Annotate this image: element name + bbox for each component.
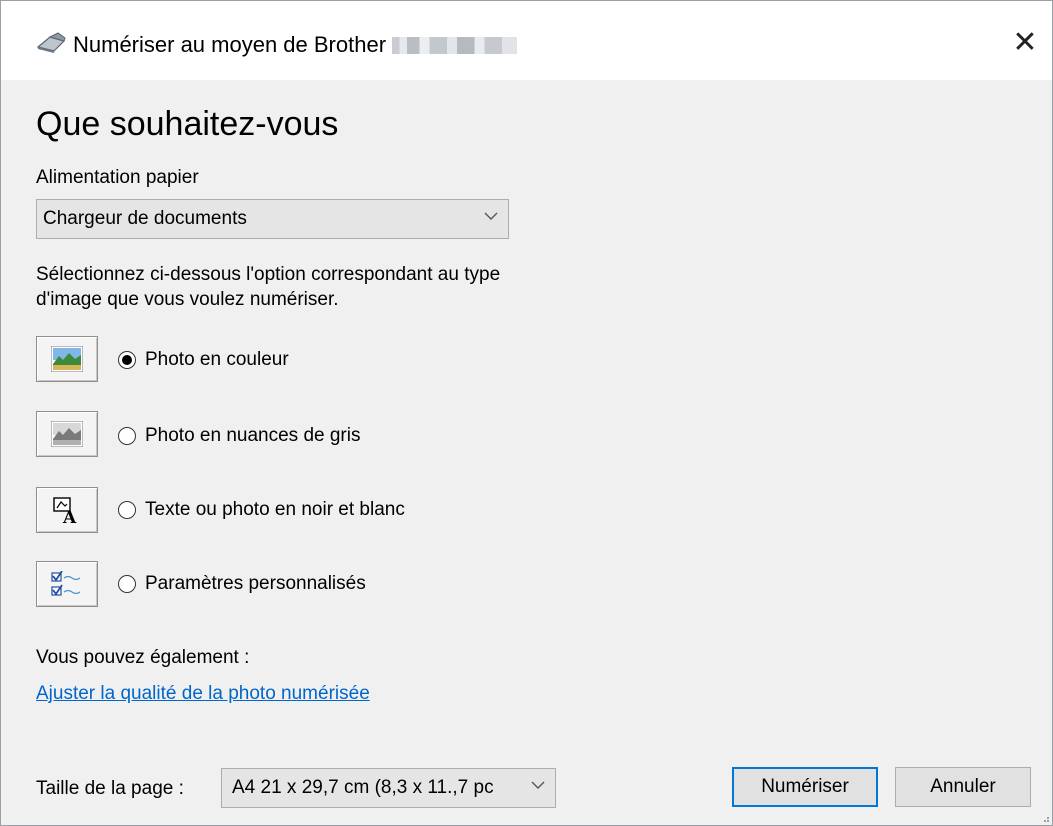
page-size-dropdown[interactable]: A4 21 x 29,7 cm (8,3 x 11.,7 pc xyxy=(221,768,556,808)
option-grayscale-photo[interactable]: Photo en nuances de gris xyxy=(118,425,361,447)
scan-button-label: Numériser xyxy=(761,776,849,797)
close-button[interactable]: ✕ xyxy=(1002,19,1048,65)
paper-source-dropdown[interactable]: Chargeur de documents xyxy=(36,199,509,239)
scanner-icon xyxy=(36,32,66,53)
resize-grip-icon[interactable] xyxy=(1040,813,1050,823)
cancel-button[interactable]: Annuler xyxy=(895,767,1031,807)
chevron-down-icon xyxy=(484,212,498,220)
option-black-white[interactable]: Texte ou photo en noir et blanc xyxy=(118,499,405,521)
adjust-quality-link[interactable]: Ajuster la qualité de la photo numérisée xyxy=(36,683,370,705)
option-color-photo[interactable]: Photo en couleur xyxy=(118,349,289,371)
color-photo-icon[interactable] xyxy=(36,336,98,382)
scan-button[interactable]: Numériser xyxy=(732,767,878,807)
option-label: Photo en couleur xyxy=(145,349,289,370)
svg-text:A: A xyxy=(62,508,77,525)
custom-settings-icon[interactable] xyxy=(36,561,98,607)
instruction-text: Sélectionnez ci-dessous l'option corresp… xyxy=(36,264,501,310)
also-label: Vous pouvez également : xyxy=(36,647,250,668)
option-label: Photo en nuances de gris xyxy=(145,425,361,446)
paper-source-value: Chargeur de documents xyxy=(43,208,247,229)
window-title-text: Numériser au moyen de Brother xyxy=(73,32,387,57)
grayscale-photo-icon[interactable] xyxy=(36,411,98,457)
page-title: Que souhaitez-vous xyxy=(36,105,339,143)
page-size-value: A4 21 x 29,7 cm (8,3 x 11.,7 pc xyxy=(232,777,494,798)
black-white-text-icon[interactable]: A xyxy=(36,487,98,533)
radio-grayscale-photo[interactable] xyxy=(118,427,136,445)
radio-color-photo[interactable] xyxy=(118,351,136,369)
option-custom-settings[interactable]: Paramètres personnalisés xyxy=(118,573,366,595)
cancel-button-label: Annuler xyxy=(930,776,996,797)
paper-source-label: Alimentation papier xyxy=(36,167,199,188)
redacted-model-name xyxy=(392,37,518,54)
radio-black-white[interactable] xyxy=(118,501,136,519)
close-icon: ✕ xyxy=(1012,25,1038,59)
radio-custom-settings[interactable] xyxy=(118,575,136,593)
title-bar: Numériser au moyen de Brother ✕ xyxy=(1,1,1052,80)
scan-dialog: Numériser au moyen de Brother ✕ Que souh… xyxy=(0,0,1053,826)
chevron-down-icon xyxy=(531,781,545,789)
page-size-label: Taille de la page : xyxy=(36,778,184,799)
option-label: Texte ou photo en noir et blanc xyxy=(145,499,405,520)
window-title: Numériser au moyen de Brother xyxy=(73,32,518,58)
option-label: Paramètres personnalisés xyxy=(145,573,366,594)
